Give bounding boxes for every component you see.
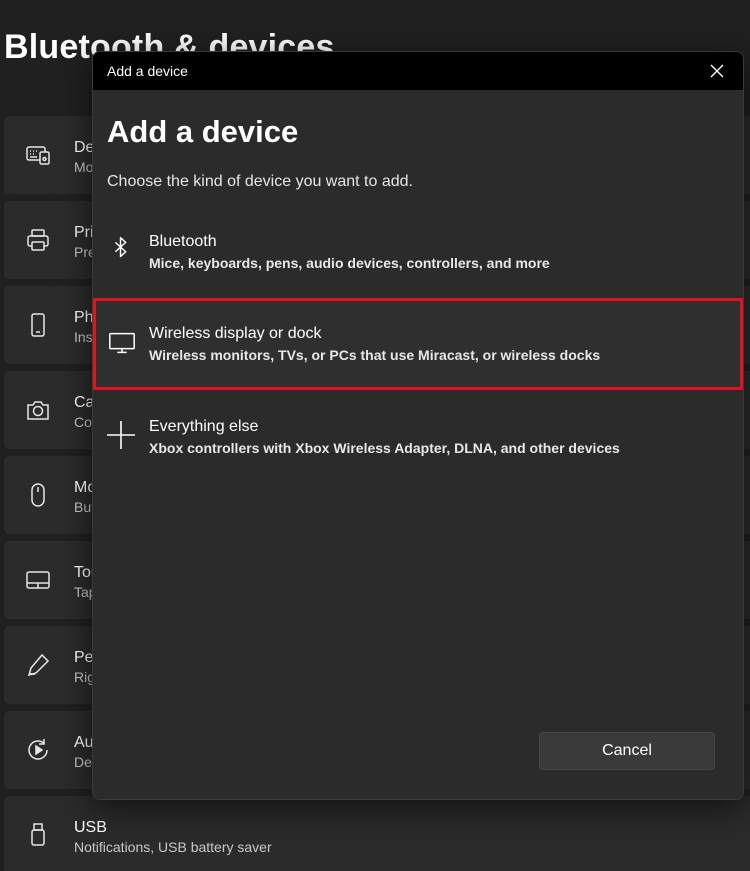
close-button[interactable]	[703, 58, 731, 84]
settings-item-name: Ph	[74, 309, 94, 326]
monitor-icon	[106, 327, 138, 359]
printer-icon	[24, 227, 52, 253]
option-subtitle: Xbox controllers with Xbox Wireless Adap…	[149, 440, 620, 456]
settings-item-name: Au	[74, 734, 94, 751]
plus-icon	[105, 419, 137, 451]
pen-icon	[24, 652, 52, 678]
close-icon	[710, 64, 724, 78]
phone-icon	[24, 312, 52, 338]
cancel-button[interactable]: Cancel	[539, 732, 715, 770]
option-title: Bluetooth	[149, 233, 217, 250]
dialog-titlebar: Add a device	[93, 52, 743, 90]
option-title: Wireless display or dock	[149, 325, 322, 342]
settings-item-name: USB	[74, 819, 107, 836]
touchpad-icon	[24, 567, 52, 593]
option-wireless-display[interactable]: Wireless display or dock Wireless monito…	[93, 298, 743, 390]
settings-item-usb[interactable]: USB Notifications, USB battery saver	[4, 796, 750, 871]
settings-item-sub: Ins	[74, 329, 93, 345]
add-device-dialog: Add a device Add a device Choose the kin…	[92, 51, 744, 800]
settings-item-sub: De	[74, 754, 92, 770]
option-title: Everything else	[149, 418, 259, 435]
option-everything-else[interactable]: Everything else Xbox controllers with Xb…	[93, 397, 743, 487]
option-subtitle: Wireless monitors, TVs, or PCs that use …	[149, 347, 601, 363]
option-bluetooth[interactable]: Bluetooth Mice, keyboards, pens, audio d…	[93, 210, 743, 300]
settings-item-sub: Notifications, USB battery saver	[74, 839, 272, 855]
keyboard-devices-icon	[24, 142, 52, 168]
usb-icon	[24, 822, 52, 848]
bluetooth-icon	[105, 232, 137, 264]
autoplay-icon	[24, 737, 52, 763]
mouse-icon	[24, 482, 52, 508]
camera-icon	[24, 397, 52, 423]
dialog-heading: Add a device	[107, 114, 299, 149]
dialog-description: Choose the kind of device you want to ad…	[107, 173, 413, 190]
option-subtitle: Mice, keyboards, pens, audio devices, co…	[149, 255, 550, 271]
window-title: Add a device	[107, 63, 188, 79]
